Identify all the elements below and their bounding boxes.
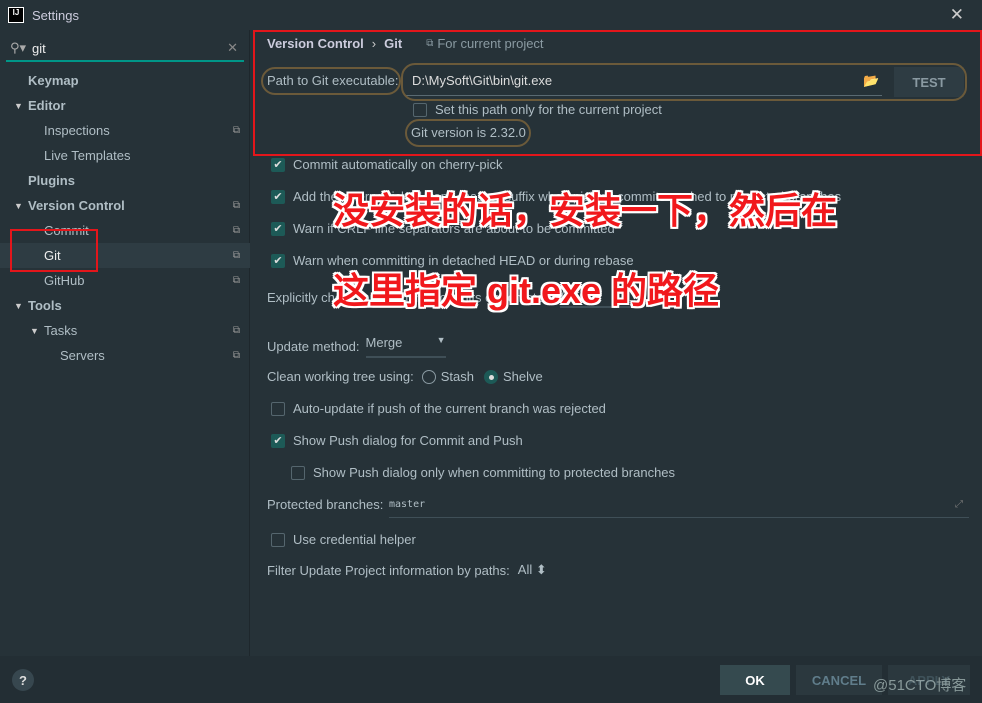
show-push-label: Show Push dialog for Commit and Push (293, 433, 523, 448)
chevron-down-icon: ▼ (436, 335, 446, 345)
tree-item-label: Live Templates (44, 148, 131, 163)
tree-item-label: Tasks (44, 323, 78, 338)
window-title: Settings (32, 7, 79, 23)
search-icon: ⚲▾ (10, 40, 27, 55)
credential-checkbox[interactable]: Use credential helper (271, 532, 416, 547)
filter-value: All (517, 562, 533, 577)
shelve-label: Shelve (502, 369, 543, 384)
clear-icon[interactable]: ✕ (227, 40, 238, 56)
annotation-line2: 这里指定 git.exe 的路径 (333, 270, 720, 311)
project-scope-icon: ⧉ (232, 250, 240, 261)
expand-arrow-icon[interactable]: ▼ (14, 201, 28, 211)
tree-item-editor[interactable]: ▼ Editor (0, 93, 250, 118)
search-input[interactable]: ⚲▾ git ✕ (6, 36, 244, 62)
auto-update-label: Auto-update if push of the current branc… (293, 401, 606, 416)
cherry-pick-label: Commit automatically on cherry-pick (293, 157, 503, 172)
shelve-radio[interactable]: Shelve (483, 369, 543, 384)
tree-item-label: Tools (28, 298, 62, 313)
protected-branches-input[interactable]: master ⤢ (389, 492, 969, 518)
auto-update-checkbox[interactable]: Auto-update if push of the current branc… (271, 401, 606, 416)
git-highlight-box (10, 229, 98, 272)
annotation-line1: 没安装的话，安装一下，然后在 (333, 190, 838, 231)
tree-item-servers[interactable]: Servers ⧉ (0, 343, 250, 368)
tree-item-plugins[interactable]: Plugins (0, 168, 250, 193)
show-push-protected-checkbox[interactable]: Show Push dialog only when committing to… (291, 465, 675, 480)
tree-item-label: Keymap (28, 73, 79, 88)
tree-item-label: Inspections (44, 123, 110, 138)
close-icon[interactable]: ✕ (950, 5, 964, 25)
credential-label: Use credential helper (293, 532, 416, 547)
project-scope-icon: ⧉ (232, 275, 240, 286)
tree-item-tasks[interactable]: ▼ Tasks ⧉ (0, 318, 250, 343)
help-button[interactable]: ? (12, 669, 34, 691)
settings-tree: Keymap ▼ Editor Inspections ⧉ Live Templates P… (0, 68, 250, 368)
app-logo: IJ (8, 7, 24, 23)
expand-arrow-icon[interactable]: ▼ (14, 301, 28, 311)
show-push-protected-label: Show Push dialog only when committing to… (313, 465, 676, 480)
title-bar: IJ Settings ✕ (0, 0, 982, 30)
update-label: Update method: (267, 339, 360, 354)
tree-item-version-control[interactable]: ▼ Version Control ⧉ (0, 193, 250, 218)
watermark: @51CTO博客 (873, 677, 967, 694)
stash-label: Stash (440, 369, 474, 384)
tree-item-live-templates[interactable]: Live Templates (0, 143, 250, 168)
highlight-box (253, 30, 982, 156)
sidebar: ⚲▾ git ✕ Keymap ▼ Editor Inspections ⧉ Live T… (0, 30, 250, 656)
git-settings-panel: Version Control › Git ⧉ For current proj… (251, 30, 982, 656)
cancel-button[interactable]: CANCEL (796, 665, 882, 695)
cherry-pick-checkbox[interactable]: ✔ Commit automatically on cherry-pick (271, 157, 503, 172)
tree-item-label: GitHub (44, 273, 85, 288)
tree-item-label: Version Control (28, 198, 125, 213)
project-scope-icon: ⧉ (232, 125, 240, 136)
filter-select[interactable]: All ⬍ (518, 562, 547, 578)
footer: ? OK CANCEL APPLY @51CTO博客 (0, 656, 982, 703)
expand-arrow-icon[interactable]: ▼ (30, 326, 44, 336)
tree-item-label: Plugins (28, 173, 75, 188)
project-scope-icon: ⧉ (232, 225, 240, 236)
project-scope-icon: ⧉ (232, 325, 240, 336)
clean-label: Clean working tree using: (267, 369, 414, 384)
protected-label: Protected branches: (267, 497, 384, 512)
tree-item-inspections[interactable]: Inspections ⧉ (0, 118, 250, 143)
project-scope-icon: ⧉ (232, 350, 240, 361)
show-push-checkbox[interactable]: ✔ Show Push dialog for Commit and Push (271, 433, 523, 448)
protected-value: master (389, 499, 426, 510)
tree-item-tools[interactable]: ▼ Tools (0, 293, 250, 318)
search-value: git (32, 40, 46, 56)
stash-radio[interactable]: Stash (421, 369, 474, 384)
update-method-select[interactable]: Merge ▼ (365, 335, 446, 358)
update-value: Merge (365, 335, 403, 350)
tree-item-label: Editor (28, 98, 66, 113)
filter-label: Filter Update Project information by pat… (267, 562, 510, 578)
expand-icon[interactable]: ⤢ (955, 499, 963, 510)
tree-item-keymap[interactable]: Keymap (0, 68, 250, 93)
expand-arrow-icon[interactable]: ▼ (14, 101, 28, 111)
ok-button[interactable]: OK (720, 665, 790, 695)
project-scope-icon: ⧉ (232, 200, 240, 211)
tree-item-label: Servers (60, 348, 105, 363)
